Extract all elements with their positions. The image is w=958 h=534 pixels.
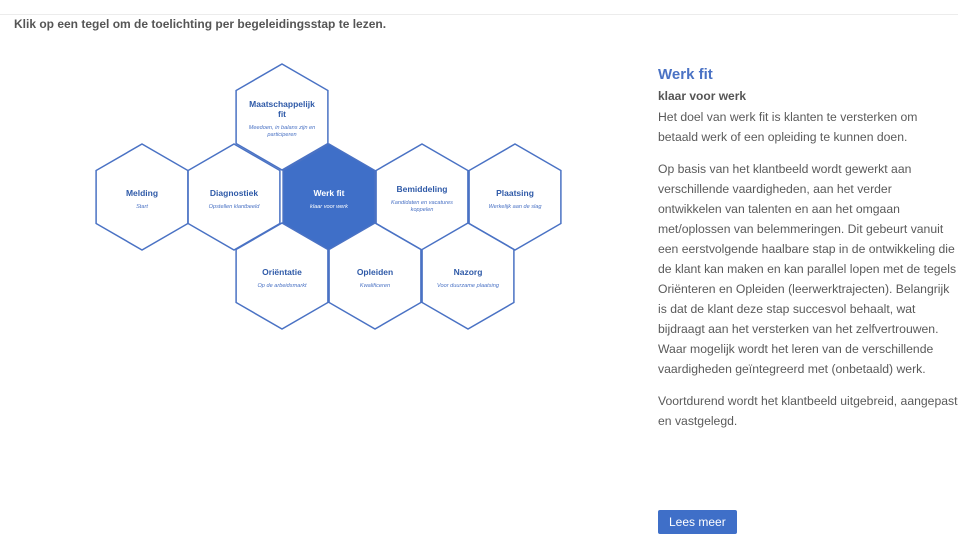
- hex-title: Diagnostiek: [210, 188, 258, 198]
- hex-subtitle: Meedoen, in balans zijn en: [249, 125, 316, 131]
- hex-subtitle: Kwalificeren: [360, 283, 390, 289]
- hex-subtitle: Opstellen klantbeeld: [209, 204, 261, 210]
- hex-subtitle: klaar voor werk: [310, 204, 349, 210]
- hex-subtitle: participeren: [266, 132, 296, 138]
- panel-title: Werk fit: [658, 66, 713, 83]
- panel-paragraph-2: Op basis van het klantbeeld wordt gewerk…: [658, 162, 957, 376]
- hex-title: Opleiden: [357, 267, 393, 277]
- hex-subtitle: koppelen: [411, 207, 434, 213]
- panel-subtitle: klaar voor werk: [658, 89, 747, 103]
- panel-paragraph-3: Voortdurend wordt het klantbeeld uitgebr…: [658, 394, 958, 428]
- hex-title: Plaatsing: [496, 188, 534, 198]
- hex-tile-melding[interactable]: Melding Start: [95, 143, 189, 251]
- panel-paragraph-1: Het doel van werk fit is klanten te vers…: [658, 110, 918, 144]
- hex-title: fit: [278, 109, 286, 119]
- lees-meer-button[interactable]: Lees meer: [658, 510, 737, 534]
- hex-subtitle: Voor duurzame plaatsing: [437, 283, 500, 289]
- hex-subtitle: Werkelijk aan de slag: [488, 204, 542, 210]
- hex-title: Oriëntatie: [262, 267, 302, 277]
- hex-title: Melding: [126, 188, 158, 198]
- detail-panel: Werk fit klaar voor werk Het doel van we…: [658, 66, 958, 443]
- hex-subtitle: Op de arbeidsmarkt: [257, 283, 307, 289]
- hex-title: Nazorg: [454, 267, 483, 277]
- hex-title: Bemiddeling: [396, 184, 447, 194]
- hex-subtitle: Kandidaten en vacatures: [391, 200, 453, 206]
- hex-title: Maatschappelijk: [249, 99, 315, 109]
- hex-subtitle: Start: [136, 204, 148, 210]
- hex-title: Werk fit: [313, 188, 344, 198]
